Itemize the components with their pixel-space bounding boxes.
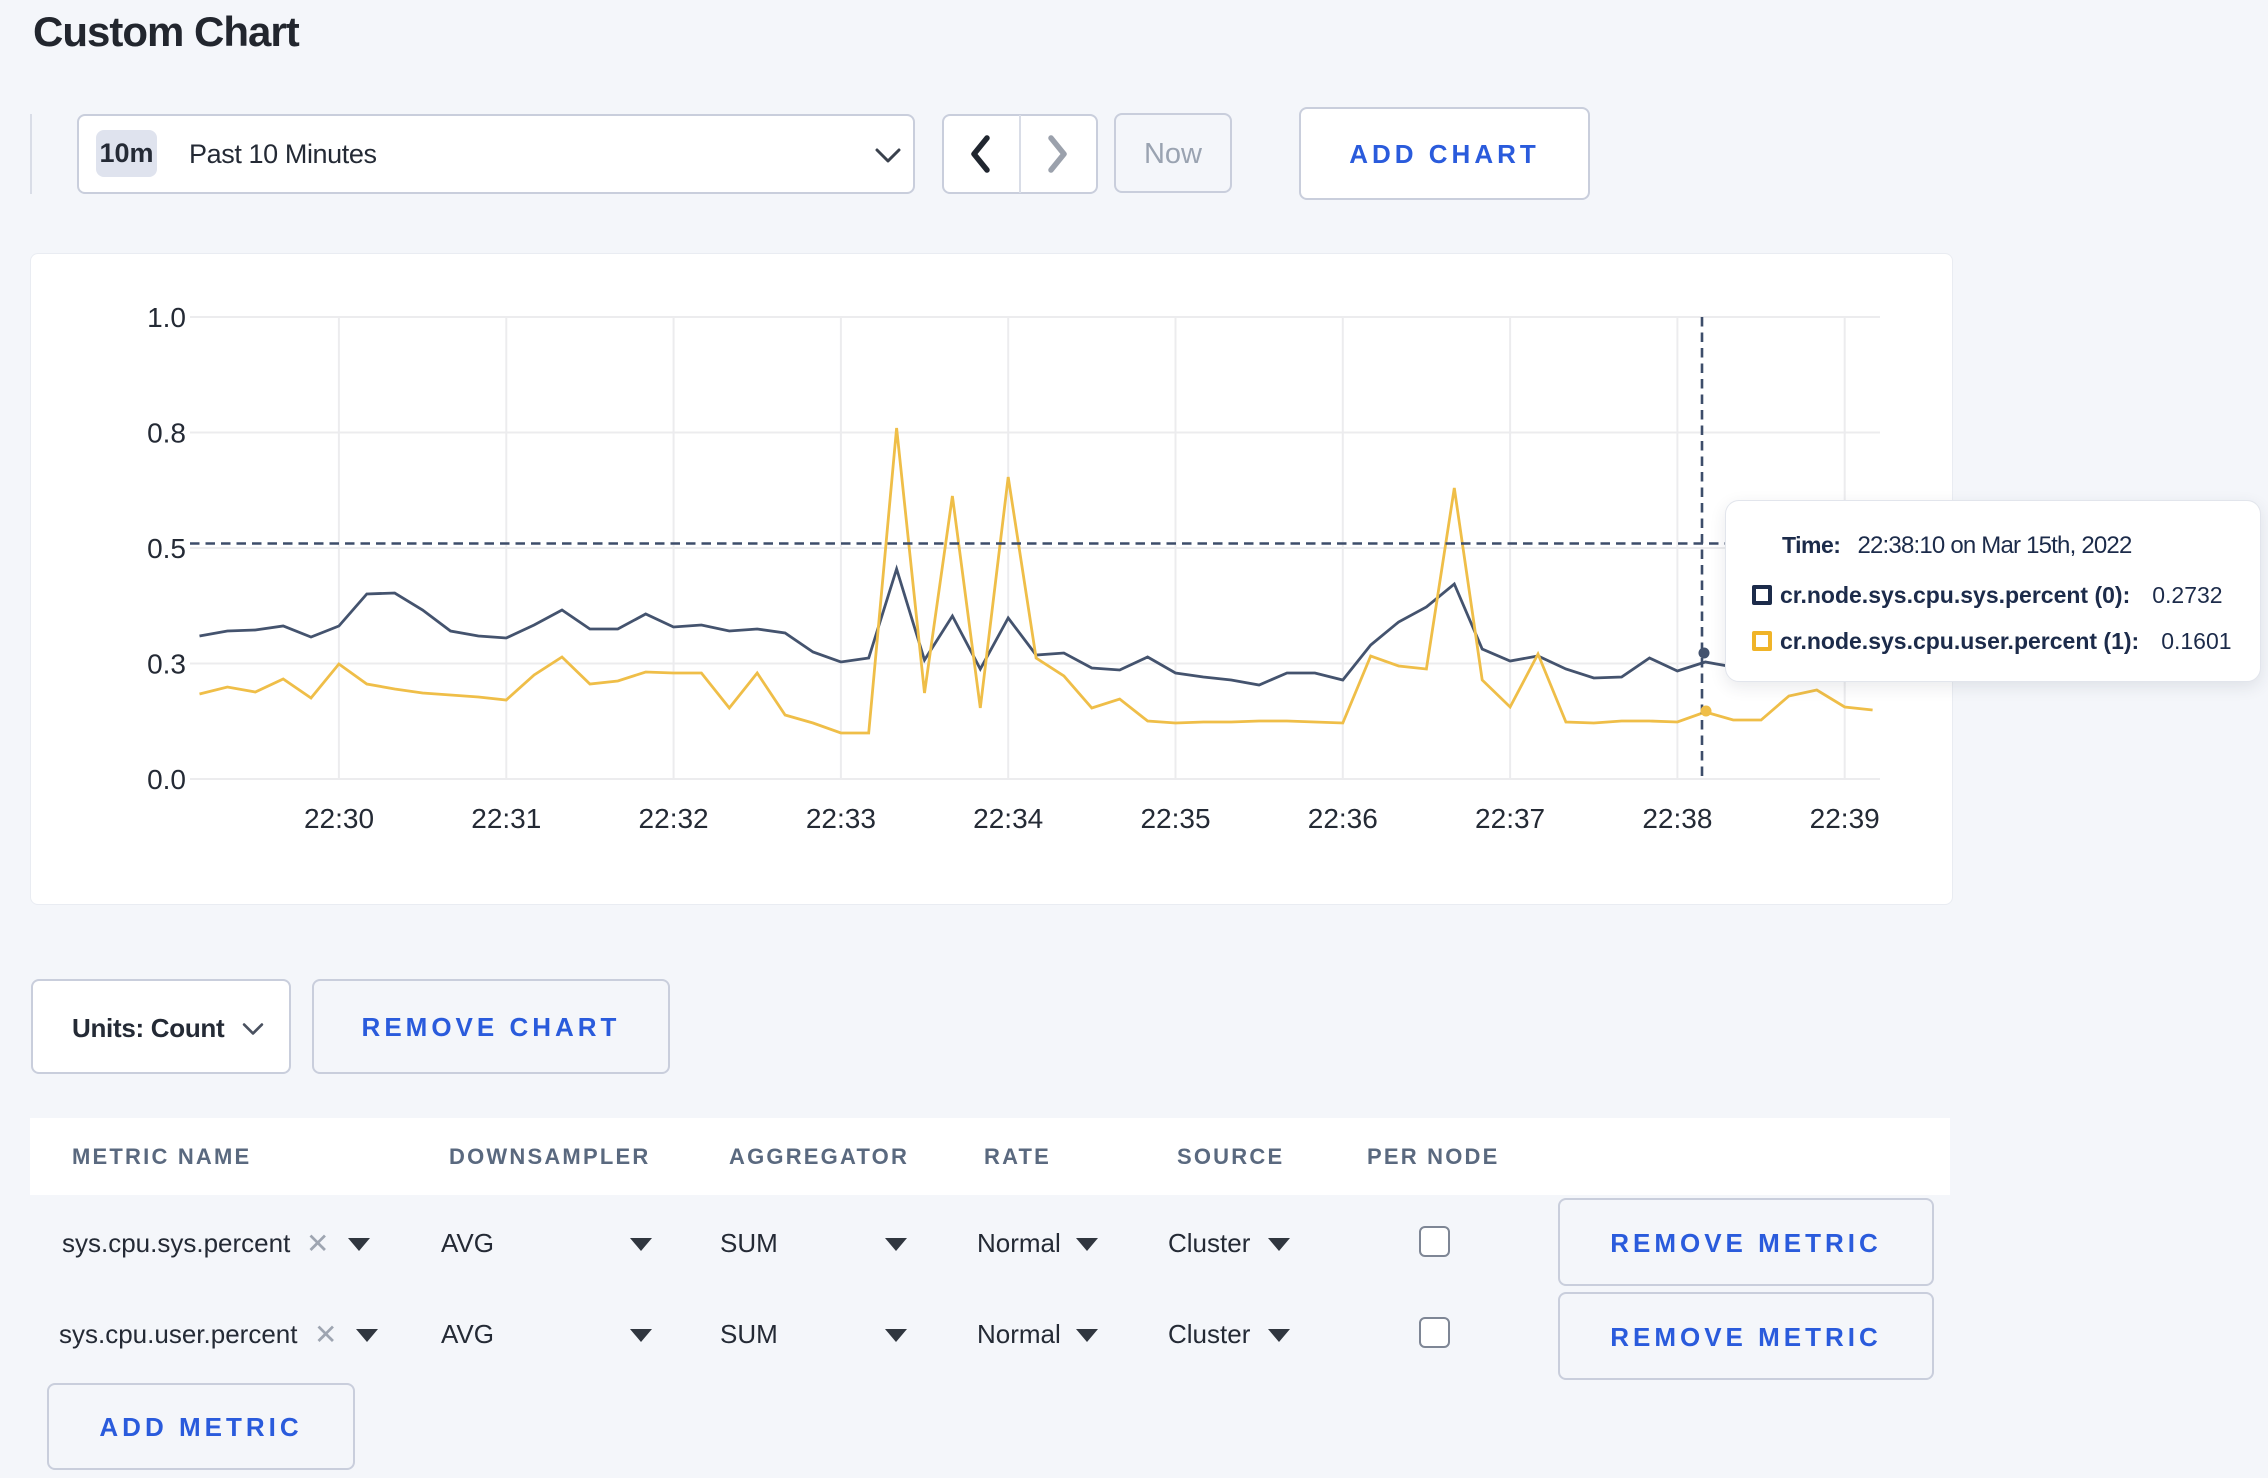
svg-text:0.0: 0.0 bbox=[147, 764, 186, 795]
svg-text:22:37: 22:37 bbox=[1475, 803, 1545, 834]
svg-text:22:35: 22:35 bbox=[1140, 803, 1210, 834]
svg-text:22:30: 22:30 bbox=[304, 803, 374, 834]
svg-text:22:33: 22:33 bbox=[806, 803, 876, 834]
svg-text:22:32: 22:32 bbox=[639, 803, 709, 834]
svg-text:22:34: 22:34 bbox=[973, 803, 1043, 834]
svg-text:0.5: 0.5 bbox=[147, 533, 186, 564]
svg-text:22:36: 22:36 bbox=[1308, 803, 1378, 834]
svg-text:0.8: 0.8 bbox=[147, 418, 186, 449]
svg-text:22:38: 22:38 bbox=[1642, 803, 1712, 834]
svg-text:22:39: 22:39 bbox=[1810, 803, 1880, 834]
svg-text:22:31: 22:31 bbox=[471, 803, 541, 834]
svg-text:0.3: 0.3 bbox=[147, 649, 186, 680]
svg-text:1.0: 1.0 bbox=[147, 302, 186, 333]
